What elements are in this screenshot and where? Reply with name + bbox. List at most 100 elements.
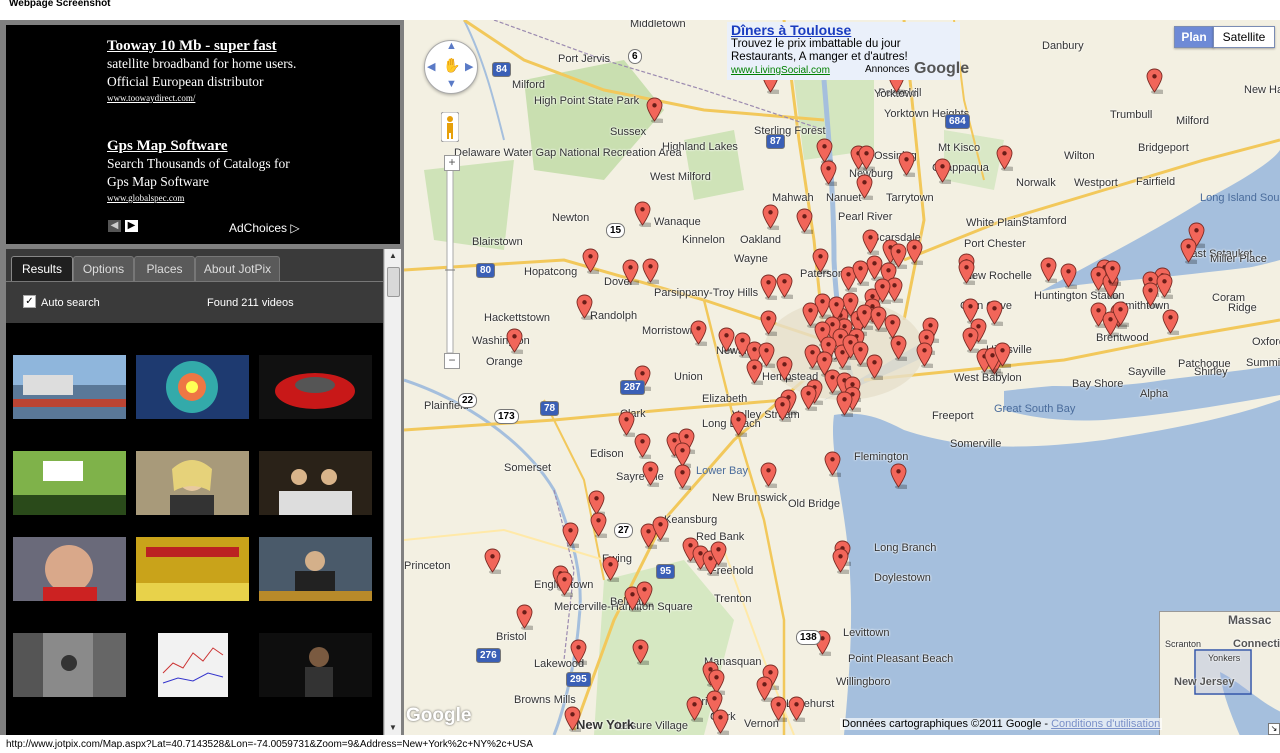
results-scrollbar[interactable]: ▲ ▼ [384, 249, 401, 735]
tab-about[interactable]: About JotPix [195, 256, 280, 282]
adchoices-link[interactable]: AdChoices ▷ [229, 221, 300, 235]
map-type-plan-button[interactable]: Plan [1174, 26, 1214, 48]
video-thumbnail[interactable] [136, 355, 249, 419]
video-location-pin-icon[interactable] [1162, 309, 1179, 335]
video-thumbnail[interactable] [259, 537, 372, 601]
zoom-out-button[interactable]: − [444, 353, 460, 369]
video-location-pin-icon[interactable] [986, 300, 1003, 326]
video-location-pin-icon[interactable] [958, 259, 975, 285]
video-location-pin-icon[interactable] [770, 696, 787, 722]
ad-prev-button[interactable]: ◀ [108, 220, 121, 232]
video-location-pin-icon[interactable] [824, 451, 841, 477]
video-location-pin-icon[interactable] [642, 258, 659, 284]
video-location-pin-icon[interactable] [652, 516, 669, 542]
video-location-pin-icon[interactable] [1040, 257, 1057, 283]
video-location-pin-icon[interactable] [800, 385, 817, 411]
pan-right-icon[interactable]: ▶ [465, 60, 473, 73]
video-location-pin-icon[interactable] [812, 248, 829, 274]
video-location-pin-icon[interactable] [674, 464, 691, 490]
video-location-pin-icon[interactable] [994, 342, 1011, 368]
video-location-pin-icon[interactable] [1104, 260, 1121, 286]
map-canvas[interactable]: Middletown Danbury Port Jervis Milford High … [404, 20, 1280, 735]
pan-up-icon[interactable]: ▲ [446, 40, 457, 52]
ad-url[interactable]: www.toowaydirect.com/ [107, 93, 397, 103]
video-location-pin-icon[interactable] [760, 462, 777, 488]
video-location-pin-icon[interactable] [1156, 273, 1173, 299]
tab-places[interactable]: Places [134, 256, 195, 282]
overview-toggle-icon[interactable]: ↘ [1268, 723, 1280, 735]
video-location-pin-icon[interactable] [590, 512, 607, 538]
video-location-pin-icon[interactable] [746, 359, 763, 385]
ad-title[interactable]: Tooway 10 Mb - super fast [107, 38, 397, 55]
video-location-pin-icon[interactable] [866, 354, 883, 380]
auto-search-checkbox[interactable]: ✓ [23, 295, 36, 308]
video-location-pin-icon[interactable] [890, 335, 907, 361]
video-location-pin-icon[interactable] [776, 273, 793, 299]
video-location-pin-icon[interactable] [712, 709, 729, 735]
video-location-pin-icon[interactable] [564, 706, 581, 732]
tab-options[interactable]: Options [73, 256, 134, 282]
video-location-pin-icon[interactable] [730, 411, 747, 437]
video-location-pin-icon[interactable] [862, 229, 879, 255]
video-location-pin-icon[interactable] [776, 356, 793, 382]
video-location-pin-icon[interactable] [634, 201, 651, 227]
ad-item-2[interactable]: Gps Map Software Search Thousands of Cat… [107, 138, 397, 203]
overview-map[interactable]: Massac Connecticu Yonkers Scranton New J… [1159, 611, 1280, 735]
video-location-pin-icon[interactable] [632, 639, 649, 665]
map-ad-url[interactable]: www.LivingSocial.com [731, 65, 830, 76]
video-location-pin-icon[interactable] [832, 548, 849, 574]
video-location-pin-icon[interactable] [796, 208, 813, 234]
video-thumbnail[interactable] [259, 451, 372, 515]
video-location-pin-icon[interactable] [686, 696, 703, 722]
terms-link[interactable]: Conditions d'utilisation [1051, 718, 1160, 730]
scroll-up-button[interactable]: ▲ [385, 249, 401, 263]
zoom-slider[interactable]: + − [444, 155, 460, 369]
video-thumbnail[interactable] [259, 633, 372, 697]
video-thumbnail[interactable] [13, 451, 126, 515]
video-location-pin-icon[interactable] [718, 327, 735, 353]
video-location-pin-icon[interactable] [858, 145, 875, 171]
video-thumbnail[interactable] [259, 355, 372, 419]
video-location-pin-icon[interactable] [556, 571, 573, 597]
video-location-pin-icon[interactable] [570, 639, 587, 665]
video-location-pin-icon[interactable] [622, 259, 639, 285]
video-location-pin-icon[interactable] [646, 97, 663, 123]
tab-results[interactable]: Results [11, 256, 73, 282]
video-location-pin-icon[interactable] [710, 541, 727, 567]
video-location-pin-icon[interactable] [1146, 68, 1163, 94]
ad-next-button[interactable]: ▶ [125, 220, 138, 232]
map-ad-title[interactable]: Dîners à Toulouse [731, 22, 851, 38]
video-location-pin-icon[interactable] [506, 328, 523, 354]
zoom-in-button[interactable]: + [444, 155, 460, 171]
video-location-pin-icon[interactable] [890, 463, 907, 489]
street-view-pegman-icon[interactable] [440, 111, 460, 143]
pan-left-icon[interactable]: ◀ [427, 60, 435, 73]
video-location-pin-icon[interactable] [852, 260, 869, 286]
ad-item-1[interactable]: Tooway 10 Mb - super fast satellite broa… [107, 38, 397, 103]
video-location-pin-icon[interactable] [760, 310, 777, 336]
video-thumbnail[interactable] [158, 633, 228, 697]
video-location-pin-icon[interactable] [618, 411, 635, 437]
video-location-pin-icon[interactable] [1060, 263, 1077, 289]
video-location-pin-icon[interactable] [760, 274, 777, 300]
video-location-pin-icon[interactable] [576, 294, 593, 320]
video-location-pin-icon[interactable] [642, 461, 659, 487]
pan-control[interactable]: ▲ ▼ ◀ ▶ ✋ [424, 40, 478, 94]
video-location-pin-icon[interactable] [516, 604, 533, 630]
video-location-pin-icon[interactable] [636, 581, 653, 607]
video-thumbnail[interactable] [136, 451, 249, 515]
video-thumbnail[interactable] [13, 355, 126, 419]
pan-down-icon[interactable]: ▼ [446, 78, 457, 90]
video-location-pin-icon[interactable] [856, 174, 873, 200]
video-location-pin-icon[interactable] [690, 320, 707, 346]
map-type-satellite-button[interactable]: Satellite [1213, 26, 1275, 48]
google-logo[interactable]: Google [406, 705, 471, 727]
video-location-pin-icon[interactable] [1180, 238, 1197, 264]
video-location-pin-icon[interactable] [916, 342, 933, 368]
ad-url[interactable]: www.globalspec.com [107, 193, 397, 203]
video-location-pin-icon[interactable] [484, 548, 501, 574]
video-location-pin-icon[interactable] [836, 391, 853, 417]
video-location-pin-icon[interactable] [1112, 301, 1129, 327]
ad-title[interactable]: Gps Map Software [107, 138, 397, 155]
video-location-pin-icon[interactable] [562, 522, 579, 548]
